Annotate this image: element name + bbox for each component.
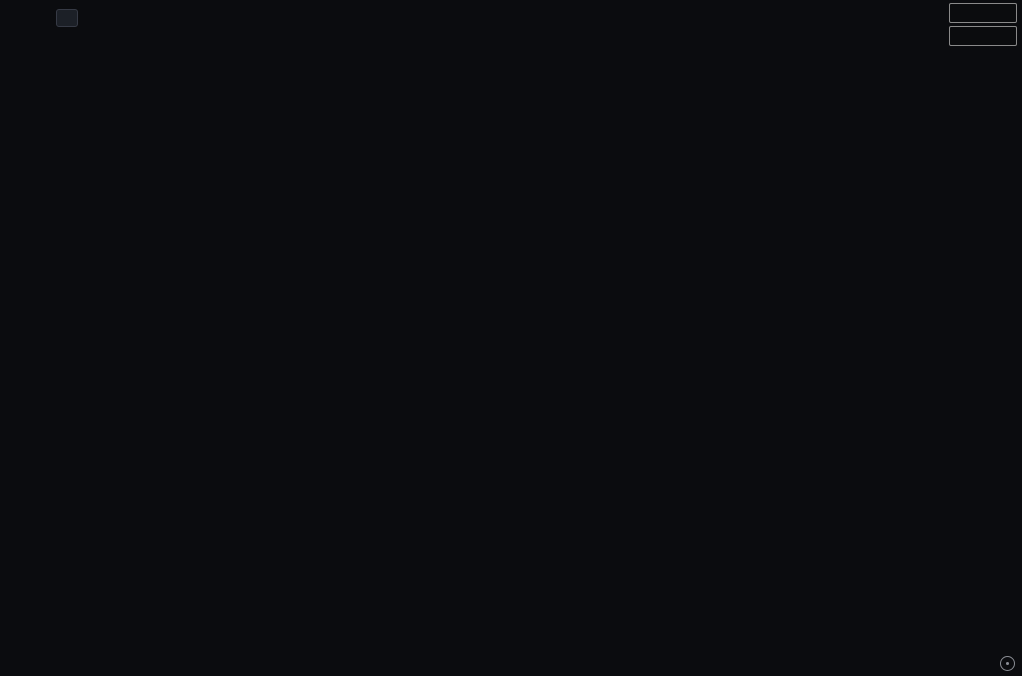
time-settings-icon[interactable]: [1000, 656, 1015, 671]
trading-chart-app: [0, 0, 1022, 676]
chart-canvas[interactable]: [0, 0, 1022, 676]
unit-select-wrap: [949, 26, 1017, 46]
currency-select-wrap: [949, 3, 1017, 23]
price-axis[interactable]: [946, 0, 1022, 652]
legend-collapse-button[interactable]: [56, 9, 78, 27]
clock-dot: [1006, 662, 1009, 665]
currency-select[interactable]: [949, 3, 1017, 23]
unit-select[interactable]: [949, 26, 1017, 46]
time-axis[interactable]: [0, 653, 1022, 676]
main-series-legend: [8, 9, 106, 27]
